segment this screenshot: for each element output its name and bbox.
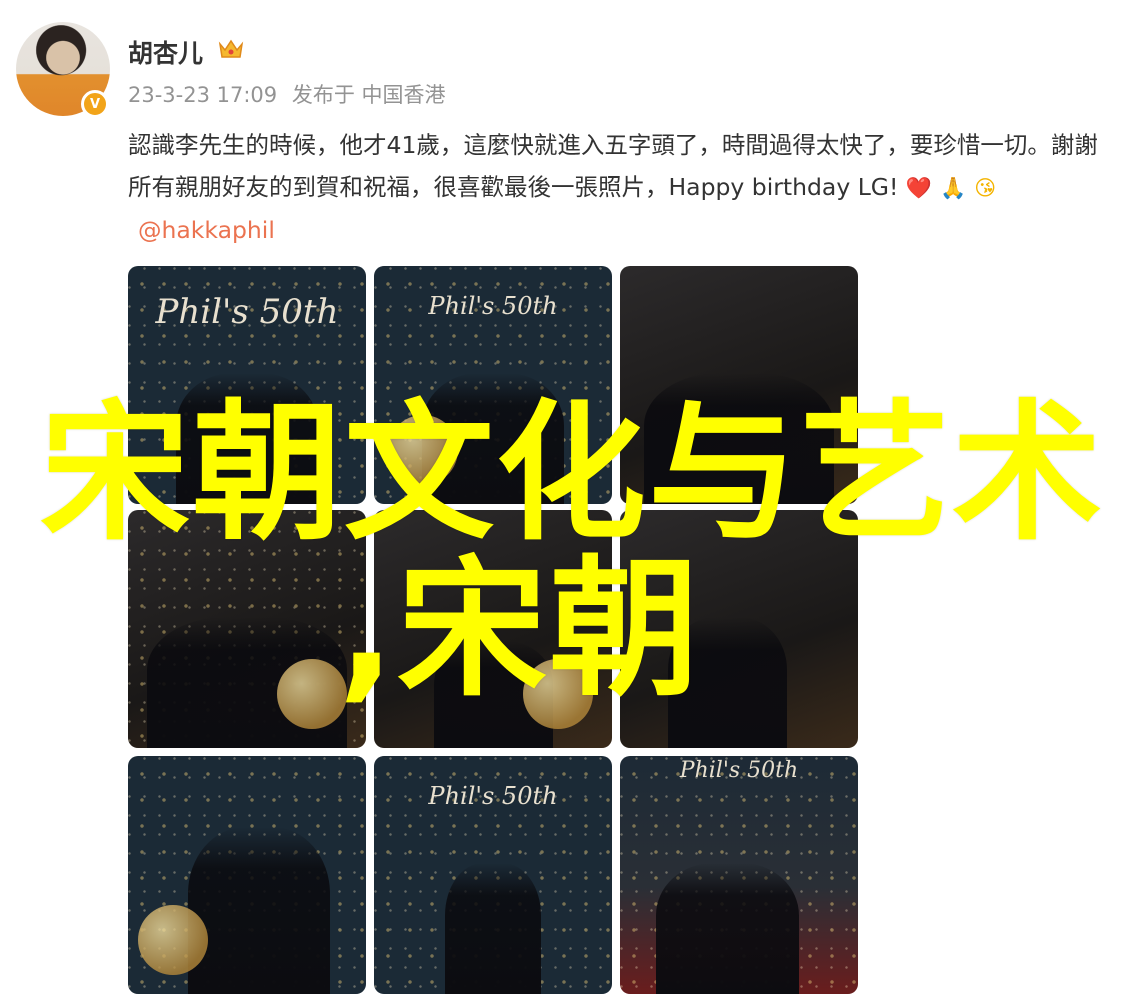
post-source: 发布于 中国香港: [291, 83, 446, 107]
photo-8[interactable]: Phil's 50th: [374, 756, 612, 994]
post-meta: 23-3-23 17:09 发布于 中国香港: [128, 79, 454, 109]
mention-link[interactable]: @hakkaphil: [138, 216, 275, 244]
pray-emoji-icon: 🙏: [940, 176, 967, 200]
photo-sign: Phil's 50th: [679, 758, 799, 783]
heart-emoji-icon: ❤️: [905, 176, 933, 200]
photo-3[interactable]: [620, 266, 858, 504]
photo-9[interactable]: Phil's 50th: [620, 756, 858, 994]
photo-5[interactable]: [374, 510, 612, 748]
photo-4[interactable]: [128, 510, 366, 748]
verified-v-icon: V: [81, 90, 109, 118]
post-time[interactable]: 23-3-23 17:09: [128, 83, 277, 107]
kiss-emoji-icon: 😘: [974, 176, 997, 200]
photo-1[interactable]: Phil's 50th: [128, 266, 366, 504]
post-content: 認識李先生的時候，他才41歲，這麼快就進入五字頭了，時間過得太快了，要珍惜一切。…: [128, 124, 1108, 251]
username[interactable]: 胡杏儿: [128, 34, 203, 70]
crown-icon: [218, 39, 244, 58]
weibo-post: V 胡杏儿 23-3-23 17:09 发布于 中国香港 認識李先生的時候，他才…: [0, 0, 1124, 1006]
photo-grid: Phil's 50th Phil's 50th Phil's 50th Phil…: [128, 266, 860, 996]
photo-6[interactable]: [620, 510, 858, 748]
photo-sign: Phil's 50th: [428, 782, 558, 810]
photo-2[interactable]: Phil's 50th: [374, 266, 612, 504]
photo-sign: Phil's 50th: [428, 292, 558, 320]
photo-7[interactable]: [128, 756, 366, 994]
photo-sign: Phil's 50th: [155, 292, 339, 332]
